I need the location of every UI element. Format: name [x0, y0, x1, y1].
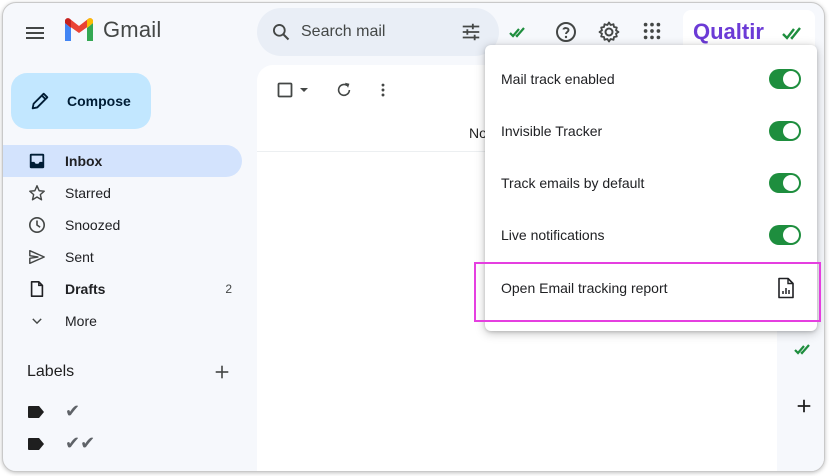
sidebar-item-label: More: [65, 313, 97, 329]
invisible-tracker-toggle[interactable]: [769, 121, 801, 141]
track-default-toggle[interactable]: [769, 173, 801, 193]
sidebar-item-starred[interactable]: Starred: [3, 177, 242, 209]
label-item-double-check[interactable]: ✔✔: [27, 433, 95, 454]
double-check-tracker-side-icon[interactable]: [793, 343, 815, 357]
draft-icon: [27, 279, 47, 299]
search-bar[interactable]: [257, 8, 499, 56]
popup-row-label: Track emails by default: [501, 175, 645, 191]
select-checkbox-icon[interactable]: [277, 82, 293, 98]
double-check-icon: [782, 27, 801, 40]
sidebar-item-label: Drafts: [65, 281, 106, 297]
popup-row-invisible-tracker[interactable]: Invisible Tracker: [485, 105, 817, 157]
compose-label: Compose: [67, 93, 131, 109]
popup-row-track-default[interactable]: Track emails by default: [485, 157, 817, 209]
live-notifications-toggle[interactable]: [769, 225, 801, 245]
popup-row-live-notifications[interactable]: Live notifications: [485, 209, 817, 261]
mail-track-toggle[interactable]: [769, 69, 801, 89]
label-icon: [28, 405, 44, 418]
search-options-icon[interactable]: [460, 21, 482, 43]
apps-grid-icon[interactable]: [641, 20, 663, 42]
popup-row-label: Live notifications: [501, 227, 605, 243]
compose-button[interactable]: Compose: [11, 73, 151, 129]
pencil-icon: [31, 92, 49, 110]
label-text: ✔: [65, 401, 81, 421]
sidebar-item-drafts[interactable]: Drafts 2: [3, 273, 242, 305]
open-tracking-report-item[interactable]: Open Email tracking report: [485, 262, 817, 314]
label-icon: [28, 437, 44, 450]
sidebar-item-inbox[interactable]: Inbox: [3, 145, 242, 177]
chevron-down-icon: [27, 311, 47, 331]
sidebar-item-label: Starred: [65, 185, 111, 201]
inbox-icon: [27, 151, 47, 171]
labels-heading: Labels: [27, 363, 75, 380]
star-icon: [27, 183, 47, 203]
sidebar-item-more[interactable]: More: [3, 305, 242, 337]
gmail-m-icon: [65, 18, 93, 41]
sidebar-item-sent[interactable]: Sent: [3, 241, 242, 273]
popup-row-label: Open Email tracking report: [501, 280, 668, 296]
sidebar-item-label: Sent: [65, 249, 94, 265]
drafts-count: 2: [225, 282, 232, 296]
settings-gear-icon[interactable]: [597, 20, 621, 44]
search-input[interactable]: [301, 20, 451, 44]
double-check-tracker-icon[interactable]: [508, 24, 530, 40]
search-icon[interactable]: [271, 22, 291, 42]
help-icon[interactable]: [554, 20, 578, 44]
more-vert-icon[interactable]: [374, 81, 392, 99]
gmail-logo-text: Gmail: [103, 17, 162, 42]
tracker-settings-popup: Mail track enabled Invisible Tracker Tra…: [485, 45, 817, 331]
refresh-icon[interactable]: [335, 81, 353, 99]
sidebar-item-snoozed[interactable]: Snoozed: [3, 209, 242, 241]
qualtir-logo-text: Qualtir: [693, 19, 764, 44]
label-item-single-check[interactable]: ✔: [27, 401, 80, 422]
popup-row-label: Invisible Tracker: [501, 123, 603, 139]
gmail-window: Gmail Search mail Qualtir Compose Inbox …: [2, 2, 825, 472]
sidebar-nav: Inbox Starred Snoozed Sent Drafts 2 More: [3, 145, 248, 337]
add-addon-icon[interactable]: [795, 397, 813, 415]
add-label-icon[interactable]: [213, 363, 231, 381]
sidebar-item-label: Snoozed: [65, 217, 121, 233]
clock-icon: [27, 215, 47, 235]
hamburger-menu-icon[interactable]: [23, 21, 47, 45]
label-text: ✔✔: [65, 433, 96, 453]
gmail-logo[interactable]: Gmail: [63, 17, 161, 43]
popup-row-label: Mail track enabled: [501, 71, 615, 87]
send-icon: [27, 247, 47, 267]
sidebar-item-label: Inbox: [65, 153, 103, 169]
popup-row-mail-track[interactable]: Mail track enabled: [485, 53, 817, 105]
report-document-icon: [778, 277, 794, 299]
select-dropdown-icon[interactable]: [299, 86, 309, 94]
